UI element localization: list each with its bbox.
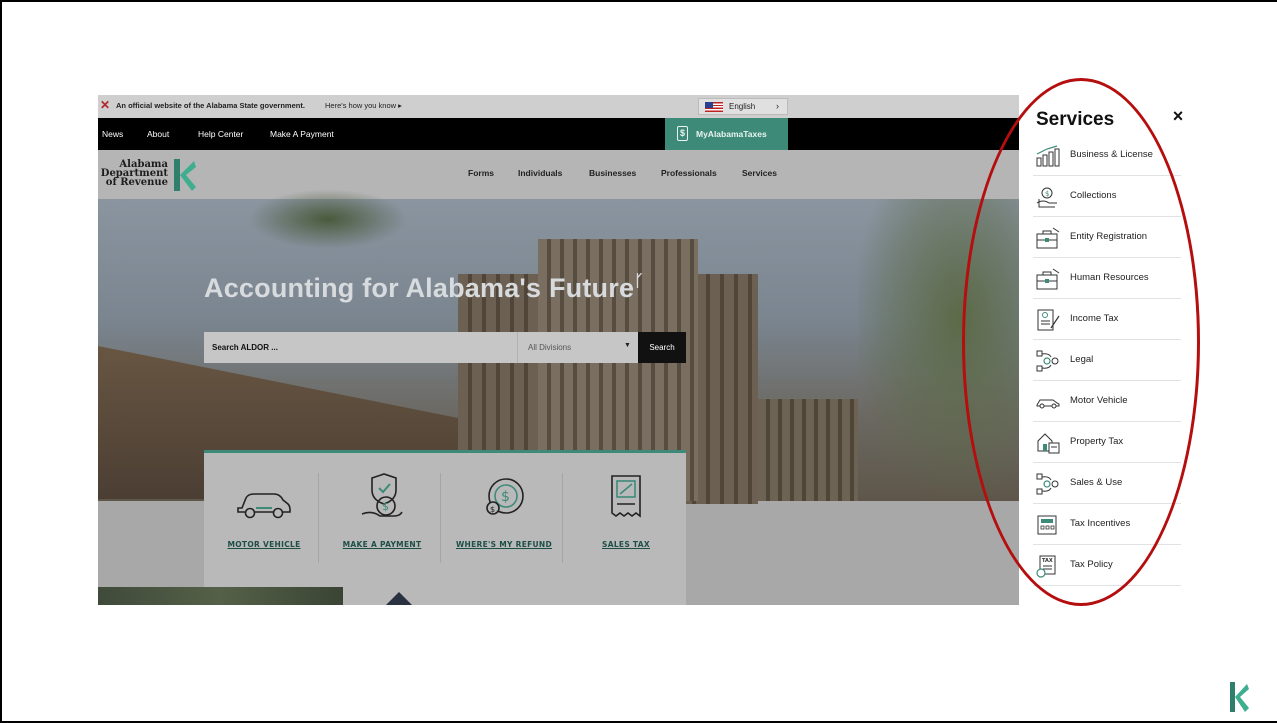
car-icon xyxy=(237,493,291,519)
quick-link-label: MAKE A PAYMENT xyxy=(342,540,422,549)
official-text: An official website of the Alabama State… xyxy=(116,101,305,110)
logo-line-3: of Revenue xyxy=(105,177,168,188)
car-icon xyxy=(1036,399,1060,409)
service-label: Property Tax xyxy=(1070,436,1124,447)
alabama-flag-icon: ✕ xyxy=(100,98,111,112)
service-label: Income Tax xyxy=(1070,313,1119,324)
services-title: Services xyxy=(1036,109,1115,130)
k-mark-icon: ᚴ xyxy=(634,273,644,290)
scroll-up-arrow-icon[interactable] xyxy=(385,592,413,605)
house-document-icon xyxy=(1037,433,1060,454)
division-select-value: All Divisions xyxy=(528,343,572,352)
service-label: Collections xyxy=(1070,190,1117,201)
briefcase-icon xyxy=(1036,227,1060,249)
hand-money-icon: $ xyxy=(361,473,403,517)
news-thumbnail[interactable] xyxy=(98,587,343,605)
hand-coin-icon: $ xyxy=(1036,187,1057,208)
service-label: Entity Registration xyxy=(1070,231,1148,242)
hero-tree-right xyxy=(858,199,1019,499)
service-label: Business & License xyxy=(1070,149,1153,160)
dollar-document-icon: $ xyxy=(677,126,688,141)
service-label: Tax Policy xyxy=(1070,559,1113,570)
service-tax-incentives[interactable]: Tax Incentives xyxy=(1033,504,1181,545)
aldor-logo[interactable]: Alabama Department of Revenue xyxy=(98,157,198,193)
svg-text:$: $ xyxy=(382,500,389,513)
services-panel: Services × Business & License $ Collecti… xyxy=(1019,95,1195,605)
gear-network-icon xyxy=(1036,473,1059,495)
nav-professionals[interactable]: Professionals xyxy=(661,168,717,178)
quick-links-panel: MOTOR VEHICLE $ MAKE A PAYMENT $ $ WHERE… xyxy=(204,450,686,605)
service-label: Tax Incentives xyxy=(1070,518,1131,529)
site-header: Alabama Department of Revenue Forms Indi… xyxy=(98,150,1019,199)
nav-forms[interactable]: Forms xyxy=(468,168,494,178)
search-input[interactable] xyxy=(204,332,517,363)
heres-how-link[interactable]: Here's how you know ▸ xyxy=(325,101,402,110)
quick-link-label: MOTOR VEHICLE xyxy=(227,540,301,549)
service-business-license[interactable]: Business & License xyxy=(1033,135,1181,176)
quick-link-label: WHERE'S MY REFUND xyxy=(455,540,553,549)
top-nav-make-payment[interactable]: Make A Payment xyxy=(270,129,334,139)
divider xyxy=(562,473,563,563)
service-collections[interactable]: $ Collections xyxy=(1033,176,1181,217)
quick-link-refund[interactable]: $ $ WHERE'S MY REFUND xyxy=(444,470,564,560)
divider xyxy=(318,473,319,563)
divider xyxy=(440,473,441,563)
briefcase-icon xyxy=(1036,268,1060,290)
service-tax-policy[interactable]: TAX Tax Policy xyxy=(1033,545,1181,586)
gavel-network-icon xyxy=(1036,350,1059,372)
refund-coin-icon: $ $ xyxy=(486,478,524,515)
calculator-document-icon xyxy=(1037,515,1057,535)
k-logo-icon xyxy=(174,159,196,191)
k-logo-icon xyxy=(1230,682,1249,712)
service-label: Motor Vehicle xyxy=(1070,395,1128,406)
hero-tree-foliage xyxy=(248,189,408,249)
service-sales-use[interactable]: Sales & Use xyxy=(1033,463,1181,504)
search-button[interactable]: Search xyxy=(638,332,686,363)
svg-text:TAX: TAX xyxy=(1042,558,1053,564)
website-screenshot: ✕ An official website of the Alabama Sta… xyxy=(98,95,1019,605)
svg-text:$: $ xyxy=(1045,190,1049,198)
hero-title-text: Accounting for Alabama's Future xyxy=(204,273,635,303)
caret-down-icon: ▼ xyxy=(624,342,631,349)
top-nav-news[interactable]: News xyxy=(102,129,123,139)
official-banner: ✕ An official website of the Alabama Sta… xyxy=(98,95,1019,118)
my-alabama-taxes-button[interactable]: $ MyAlabamaTaxes xyxy=(665,118,788,150)
service-property-tax[interactable]: Property Tax xyxy=(1033,422,1181,463)
language-selector[interactable]: English › xyxy=(698,98,788,115)
receipt-icon xyxy=(611,475,641,518)
division-select[interactable]: All Divisions ▼ xyxy=(517,332,638,363)
quick-link-label: SALES TAX xyxy=(602,540,650,549)
close-icon[interactable]: × xyxy=(1167,105,1189,127)
service-income-tax[interactable]: Income Tax xyxy=(1033,299,1181,340)
us-flag-icon xyxy=(705,102,723,112)
service-human-resources[interactable]: Human Resources xyxy=(1033,258,1181,299)
chevron-right-icon: › xyxy=(776,101,779,111)
bar-chart-icon xyxy=(1036,145,1060,167)
service-label: Legal xyxy=(1070,354,1094,365)
quick-link-make-payment[interactable]: $ MAKE A PAYMENT xyxy=(322,470,442,560)
quick-link-motor-vehicle[interactable]: MOTOR VEHICLE xyxy=(204,470,324,560)
tax-document-icon: TAX xyxy=(1036,555,1056,578)
service-label: Human Resources xyxy=(1070,272,1149,283)
language-label: English xyxy=(729,102,756,111)
svg-text:$: $ xyxy=(501,489,510,505)
service-label: Sales & Use xyxy=(1070,477,1123,488)
nav-services[interactable]: Services xyxy=(742,168,777,178)
service-legal[interactable]: Legal xyxy=(1033,340,1181,381)
service-entity-registration[interactable]: Entity Registration xyxy=(1033,217,1181,258)
top-nav-about[interactable]: About xyxy=(147,129,169,139)
top-nav: News About Help Center Make A Payment xyxy=(98,118,1019,150)
quick-link-sales-tax[interactable]: SALES TAX xyxy=(566,470,686,560)
top-nav-help-center[interactable]: Help Center xyxy=(198,129,243,139)
svg-text:$: $ xyxy=(490,505,495,514)
nav-individuals[interactable]: Individuals xyxy=(518,168,562,178)
service-motor-vehicle[interactable]: Motor Vehicle xyxy=(1033,381,1181,422)
document-pen-icon xyxy=(1037,309,1060,331)
hero-building-right xyxy=(758,399,858,501)
my-alabama-taxes-label: MyAlabamaTaxes xyxy=(696,129,767,139)
nav-businesses[interactable]: Businesses xyxy=(589,168,636,178)
search-bar: All Divisions ▼ Search xyxy=(204,332,686,363)
hero-title: Accounting for Alabama's Futureᚴ xyxy=(204,273,644,304)
